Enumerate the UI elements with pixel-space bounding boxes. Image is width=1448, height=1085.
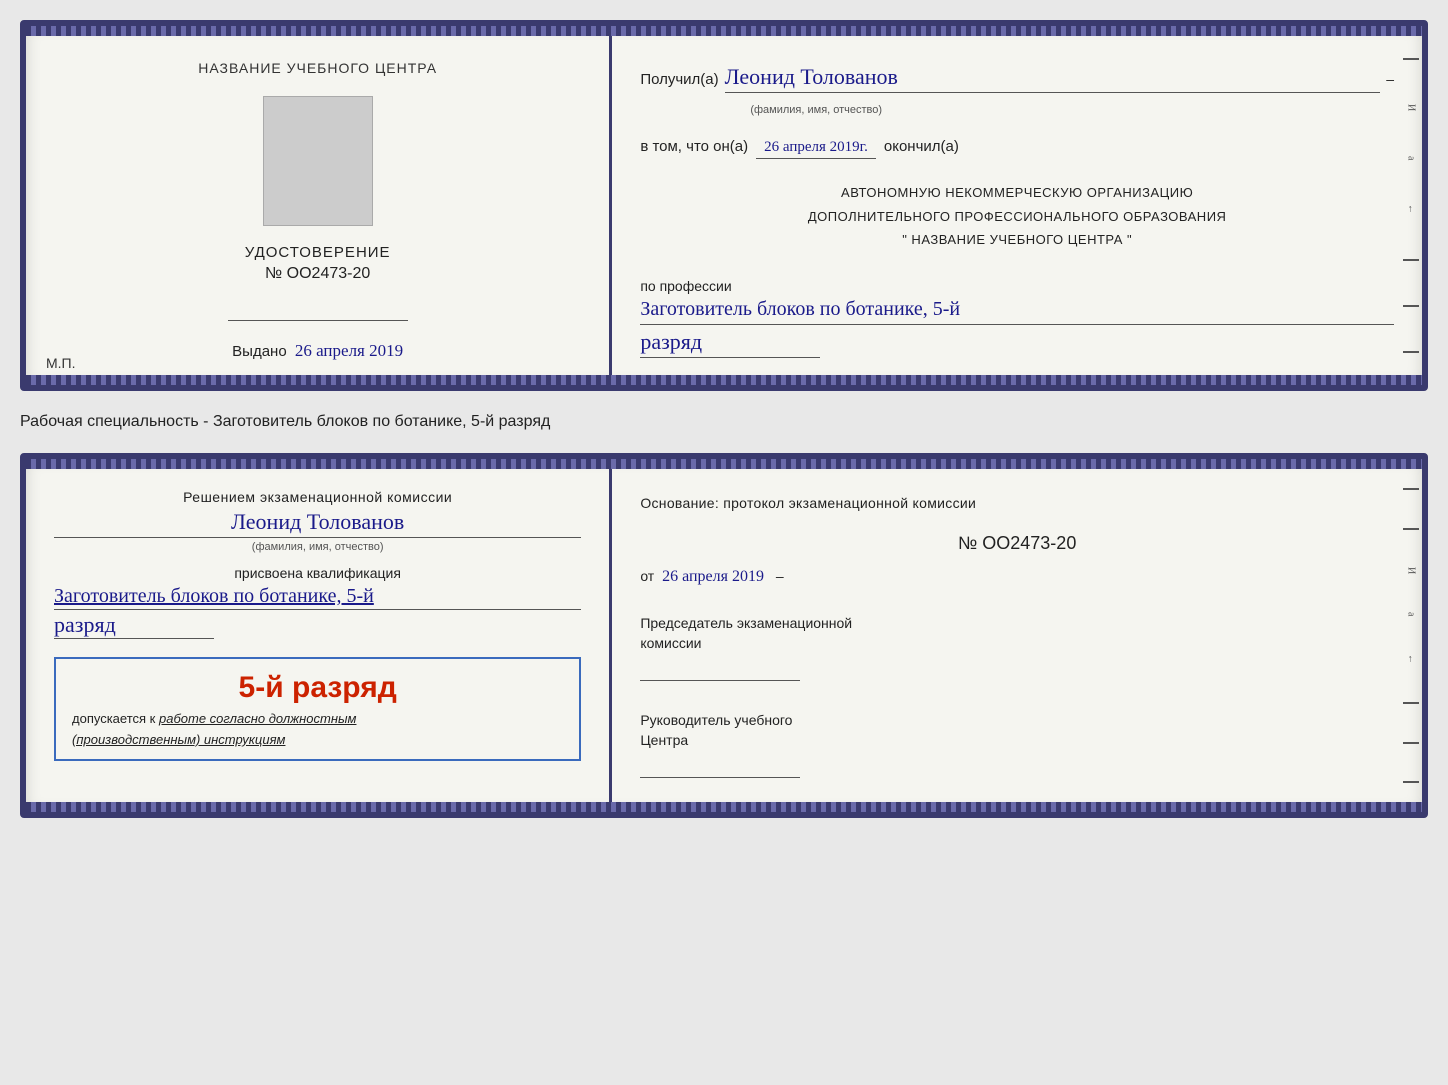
org-line2: ДОПОЛНИТЕЛЬНОГО ПРОФЕССИОНАЛЬНОГО ОБРАЗО… [640,207,1394,227]
doc1-recipient-name: Леонид Толованов [725,64,1381,93]
doc1-mp-label: М.П. [46,355,76,371]
dopuskaetsya-prefix: допускается к [72,711,155,726]
edge-mark-1 [1403,58,1419,60]
doc1-right-edge: И а ← [1400,26,1422,385]
edge-mark-d2-1 [1403,488,1419,490]
org-line3: " НАЗВАНИЕ УЧЕБНОГО ЦЕНТРА " [640,230,1394,250]
doc1-fio-sublabel: (фамилия, имя, отчество) [750,104,1394,116]
rukovoditel-subtitle-text: Центра [640,732,688,748]
doc1-doc-number: № OO2473-20 [265,265,370,283]
doc1-udostoverenie-title: УДОСТОВЕРЕНИЕ [245,244,391,261]
dopuskaetsya-text: работе согласно должностным [159,711,356,726]
rukovoditel-title: Руководитель учебного Центра [640,711,1394,750]
org-line1: АВТОНОМНУЮ НЕКОММЕРЧЕСКУЮ ОРГАНИЗАЦИЮ [640,183,1394,203]
predsedatel-subtitle-text: комиссии [640,635,701,651]
doc1-completion-date: 26 апреля 2019г. [756,139,876,159]
ot-label: от [640,568,654,584]
edge-text-arrow: ← [1405,204,1416,214]
doc2-fio-sublabel: (фамилия, имя, отчество) [54,541,581,553]
document-2: Решением экзаменационной комиссии Леонид… [20,453,1428,818]
edge-text-d2-a: а [1405,612,1416,616]
predsedatel-sig-line [640,661,800,681]
dopuskaetsya-suffix-line: (производственным) инструкциям [72,732,563,747]
stamp-number: 5-й разряд [72,671,563,705]
stamp-box: 5-й разряд допускается к работе согласно… [54,657,581,761]
poluchil-prefix: Получил(а) [640,71,718,88]
resheniem-text: Решением экзаменационной комиссии [54,489,581,505]
dopuskaetsya-suffix: (производственным) инструкциям [72,732,285,747]
ot-date-value: 26 апреля 2019 [662,568,764,585]
osnovanie-text: Основание: протокол экзаменационной коми… [640,495,1394,511]
rukovoditel-sig-line [640,758,800,778]
doc2-right-edge: И а ← [1400,459,1422,812]
okonchil: окончил(а) [884,138,959,155]
page-wrapper: НАЗВАНИЕ УЧЕБНОГО ЦЕНТРА УДОСТОВЕРЕНИЕ №… [20,20,1428,818]
ot-date-line: от 26 апреля 2019 – [640,568,1394,586]
doc2-profession: Заготовитель блоков по ботанике, 5-й [54,583,581,610]
edge-mark-4 [1403,351,1419,353]
edge-text-i: И [1405,104,1416,111]
document-1: НАЗВАНИЕ УЧЕБНОГО ЦЕНТРА УДОСТОВЕРЕНИЕ №… [20,20,1428,391]
doc2-razryad: разряд [54,612,214,639]
prisvoena-text: присвоена квалификация [54,565,581,581]
doc1-right-panel: Получил(а) Леонид Толованов – (фамилия, … [612,26,1422,385]
doc1-photo-placeholder [263,96,373,226]
rukovoditel-block: Руководитель учебного Центра [640,711,1394,792]
predsedatel-block: Председатель экзаменационной комиссии [640,614,1394,695]
edge-mark-d2-4 [1403,742,1419,744]
doc1-profession: Заготовитель блоков по ботанике, 5-й [640,296,1394,325]
vtom-prefix: в том, что он(а) [640,138,748,155]
edge-text-d2-arrow: ← [1405,654,1416,664]
edge-mark-2 [1403,259,1419,261]
org-block: АВТОНОМНУЮ НЕКОММЕРЧЕСКУЮ ОРГАНИЗАЦИЮ ДО… [640,179,1394,254]
doc1-center-label: НАЗВАНИЕ УЧЕБНОГО ЦЕНТРА [198,60,437,76]
po-professii-block: по профессии Заготовитель блоков по бота… [640,272,1394,358]
predsedatel-title: Председатель экзаменационной комиссии [640,614,1394,653]
dopuskaetsya-line: допускается к работе согласно должностны… [72,711,563,726]
doc2-right-panel: Основание: протокол экзаменационной коми… [612,459,1422,812]
doc1-underline-field [228,301,408,321]
doc2-recipient-name: Леонид Толованов [54,509,581,538]
doc1-razryad: разряд [640,329,820,358]
vtom-row: в том, что он(а) 26 апреля 2019г. окончи… [640,138,1394,159]
po-professii-label: по профессии [640,278,1394,294]
protocol-number: № OO2473-20 [640,533,1394,554]
edge-mark-d2-2 [1403,528,1419,530]
edge-mark-3 [1403,305,1419,307]
ot-dash: – [776,568,784,584]
edge-mark-d2-5 [1403,781,1419,783]
doc2-left-panel: Решением экзаменационной комиссии Леонид… [26,459,612,812]
specialty-label: Рабочая специальность - Заготовитель бло… [20,409,1428,435]
doc1-left-panel: НАЗВАНИЕ УЧЕБНОГО ЦЕНТРА УДОСТОВЕРЕНИЕ №… [26,26,612,385]
rukovoditel-title-text: Руководитель учебного [640,712,792,728]
predsedatel-title-text: Председатель экзаменационной [640,615,852,631]
edge-mark-d2-3 [1403,702,1419,704]
vydano-date: 26 апреля 2019 [295,341,403,360]
edge-text-d2-i: И [1405,567,1416,574]
vydano-label: Выдано [232,343,287,360]
doc1-vydano-line: Выдано 26 апреля 2019 [232,341,403,361]
poluchil-row: Получил(а) Леонид Толованов – [640,64,1394,93]
edge-text-a: а [1405,156,1416,160]
